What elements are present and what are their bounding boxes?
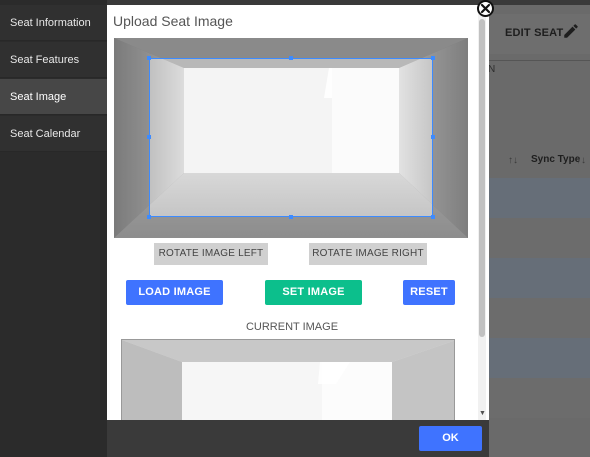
sort-icon: ↑↓ xyxy=(576,155,586,166)
crop-handle[interactable] xyxy=(431,135,435,139)
sidebar-item-seat-information[interactable]: Seat Information xyxy=(0,5,107,41)
scroll-down-icon[interactable]: ▼ xyxy=(479,410,486,418)
sidebar-item-seat-features[interactable]: Seat Features xyxy=(0,42,107,78)
table-row xyxy=(489,218,590,258)
crop-mask xyxy=(114,217,468,238)
crop-mask xyxy=(114,38,468,58)
crop-selection-box[interactable] xyxy=(149,58,433,217)
sidebar-item-seat-image[interactable]: Seat Image xyxy=(0,79,107,115)
sync-type-column-header: Sync Type xyxy=(531,154,581,165)
sort-icon: ↑↓ xyxy=(508,155,518,166)
crop-handle[interactable] xyxy=(147,56,151,60)
crop-mask xyxy=(114,58,149,217)
reset-button[interactable]: RESET xyxy=(403,280,455,305)
crop-handle[interactable] xyxy=(289,56,293,60)
crop-handle[interactable] xyxy=(431,215,435,219)
modal-footer: OK xyxy=(107,420,489,457)
image-crop-area[interactable] xyxy=(114,38,468,238)
close-button[interactable] xyxy=(477,0,494,17)
modal-scrollbar[interactable]: ▲ ▼ xyxy=(478,10,486,420)
current-image-preview xyxy=(121,339,455,425)
sidebar: Seat Information Seat Features Seat Imag… xyxy=(0,0,107,457)
table-row xyxy=(489,258,590,298)
crop-handle[interactable] xyxy=(147,215,151,219)
room-image xyxy=(122,340,454,425)
crop-mask xyxy=(433,58,468,217)
pencil-icon xyxy=(564,24,578,38)
set-image-button[interactable]: SET IMAGE xyxy=(265,280,362,305)
modal-title: Upload Seat Image xyxy=(113,13,233,29)
close-icon xyxy=(480,3,491,14)
crop-handle[interactable] xyxy=(147,135,151,139)
crop-handle[interactable] xyxy=(431,56,435,60)
upload-seat-image-modal: Upload Seat Image ROTATE IMAGE LEFT ROTA… xyxy=(107,5,489,425)
rotate-image-right-button[interactable]: ROTATE IMAGE RIGHT xyxy=(309,243,427,265)
rotate-image-left-button[interactable]: ROTATE IMAGE LEFT xyxy=(154,243,268,265)
ok-button[interactable]: OK xyxy=(419,426,482,451)
background-partial-text: N xyxy=(488,64,496,75)
edit-seat-label: EDIT SEAT xyxy=(505,27,564,39)
table-row xyxy=(489,178,590,218)
table-row xyxy=(489,298,590,338)
scrollbar-thumb[interactable] xyxy=(479,19,485,337)
background-divider xyxy=(489,60,590,61)
sidebar-item-seat-calendar[interactable]: Seat Calendar xyxy=(0,116,107,152)
load-image-button[interactable]: LOAD IMAGE xyxy=(126,280,223,305)
crop-handle[interactable] xyxy=(289,215,293,219)
current-image-label: CURRENT IMAGE xyxy=(245,321,339,333)
table-row xyxy=(489,338,590,378)
table-row xyxy=(489,378,590,418)
